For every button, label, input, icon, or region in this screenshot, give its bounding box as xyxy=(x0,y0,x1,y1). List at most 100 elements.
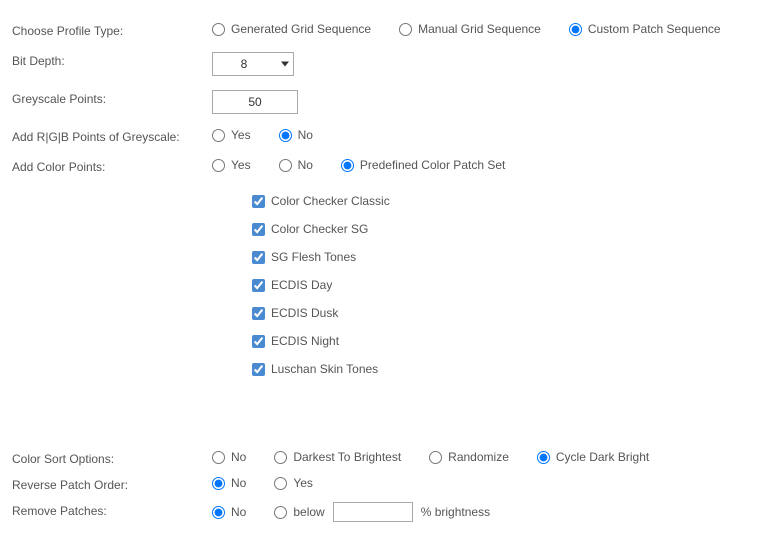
radio-add-rgb-yes-input[interactable] xyxy=(212,129,225,142)
radio-reverse-no-label: No xyxy=(231,476,246,490)
radio-generated-grid[interactable]: Generated Grid Sequence xyxy=(212,22,371,36)
cb-luschan-skin-tones-label: Luschan Skin Tones xyxy=(271,362,378,376)
label-profile-type: Choose Profile Type: xyxy=(12,22,212,38)
radio-generated-grid-label: Generated Grid Sequence xyxy=(231,22,371,36)
radio-manual-grid[interactable]: Manual Grid Sequence xyxy=(399,22,541,36)
radio-custom-patch-label: Custom Patch Sequence xyxy=(588,22,721,36)
radio-add-rgb-no-input[interactable] xyxy=(279,129,292,142)
cb-ecdis-day[interactable]: ECDIS Day xyxy=(252,278,754,292)
bit-depth-value: 8 xyxy=(213,53,275,75)
cb-ecdis-dusk-input[interactable] xyxy=(252,307,265,320)
greyscale-points-control xyxy=(212,90,754,114)
cb-ecdis-night-input[interactable] xyxy=(252,335,265,348)
cb-color-checker-classic-input[interactable] xyxy=(252,195,265,208)
radio-reverse-no-input[interactable] xyxy=(212,477,225,490)
radio-custom-patch[interactable]: Custom Patch Sequence xyxy=(569,22,721,36)
add-color-control: Yes No Predefined Color Patch Set Color … xyxy=(212,158,754,390)
radio-add-color-predefined-label: Predefined Color Patch Set xyxy=(360,158,505,172)
cb-color-checker-sg-input[interactable] xyxy=(252,223,265,236)
label-reverse-patch: Reverse Patch Order: xyxy=(12,476,212,492)
cb-ecdis-day-label: ECDIS Day xyxy=(271,278,332,292)
radio-add-color-yes-label: Yes xyxy=(231,158,251,172)
radio-add-rgb-yes-label: Yes xyxy=(231,128,251,142)
radio-remove-below[interactable]: below xyxy=(274,505,324,519)
cb-ecdis-night-label: ECDIS Night xyxy=(271,334,339,348)
profile-type-options: Generated Grid Sequence Manual Grid Sequ… xyxy=(212,22,754,36)
cb-luschan-skin-tones-input[interactable] xyxy=(252,363,265,376)
cb-ecdis-night[interactable]: ECDIS Night xyxy=(252,334,754,348)
cb-ecdis-day-input[interactable] xyxy=(252,279,265,292)
remove-patches-suffix: % brightness xyxy=(421,505,490,519)
spacer xyxy=(12,404,754,440)
cb-color-checker-sg-label: Color Checker SG xyxy=(271,222,368,236)
cb-sg-flesh-tones-label: SG Flesh Tones xyxy=(271,250,356,264)
radio-sort-no-label: No xyxy=(231,450,246,464)
row-remove-patches: Remove Patches: No below % brightness xyxy=(12,502,754,522)
radio-add-color-predefined-input[interactable] xyxy=(341,159,354,172)
row-reverse-patch: Reverse Patch Order: No Yes xyxy=(12,476,754,492)
remove-patches-value-input[interactable] xyxy=(333,502,413,522)
radio-add-rgb-no-label: No xyxy=(298,128,313,142)
predefined-patch-list: Color Checker Classic Color Checker SG S… xyxy=(252,194,754,376)
radio-custom-patch-input[interactable] xyxy=(569,23,582,36)
radio-add-color-no-label: No xyxy=(298,158,313,172)
radio-sort-randomize-input[interactable] xyxy=(429,451,442,464)
row-greyscale-points: Greyscale Points: xyxy=(12,90,754,114)
settings-form: Choose Profile Type: Generated Grid Sequ… xyxy=(0,0,766,548)
radio-remove-below-label: below xyxy=(293,505,324,519)
radio-add-color-yes-input[interactable] xyxy=(212,159,225,172)
remove-patches-options: No below % brightness xyxy=(212,502,754,522)
label-add-color: Add Color Points: xyxy=(12,158,212,174)
row-add-rgb: Add R|G|B Points of Greyscale: Yes No xyxy=(12,128,754,144)
radio-add-rgb-no[interactable]: No xyxy=(279,128,313,142)
row-add-color: Add Color Points: Yes No Predefined Colo… xyxy=(12,158,754,390)
radio-reverse-yes-input[interactable] xyxy=(274,477,287,490)
radio-manual-grid-input[interactable] xyxy=(399,23,412,36)
label-bit-depth: Bit Depth: xyxy=(12,52,212,68)
radio-reverse-yes-label: Yes xyxy=(293,476,313,490)
label-remove-patches: Remove Patches: xyxy=(12,502,212,518)
radio-sort-no[interactable]: No xyxy=(212,450,246,464)
cb-color-checker-sg[interactable]: Color Checker SG xyxy=(252,222,754,236)
radio-sort-cycle-label: Cycle Dark Bright xyxy=(556,450,649,464)
cb-sg-flesh-tones[interactable]: SG Flesh Tones xyxy=(252,250,754,264)
radio-reverse-yes[interactable]: Yes xyxy=(274,476,313,490)
chevron-down-icon xyxy=(281,62,289,67)
row-bit-depth: Bit Depth: 8 xyxy=(12,52,754,76)
radio-sort-randomize[interactable]: Randomize xyxy=(429,450,509,464)
greyscale-points-input[interactable] xyxy=(212,90,298,114)
radio-reverse-no[interactable]: No xyxy=(212,476,246,490)
cb-color-checker-classic[interactable]: Color Checker Classic xyxy=(252,194,754,208)
radio-sort-dark-to-bright-input[interactable] xyxy=(274,451,287,464)
label-greyscale-points: Greyscale Points: xyxy=(12,90,212,106)
cb-ecdis-dusk-label: ECDIS Dusk xyxy=(271,306,338,320)
radio-add-color-predefined[interactable]: Predefined Color Patch Set xyxy=(341,158,505,172)
label-add-rgb: Add R|G|B Points of Greyscale: xyxy=(12,128,212,144)
radio-add-rgb-yes[interactable]: Yes xyxy=(212,128,251,142)
add-rgb-options: Yes No xyxy=(212,128,754,142)
row-profile-type: Choose Profile Type: Generated Grid Sequ… xyxy=(12,22,754,38)
radio-sort-cycle[interactable]: Cycle Dark Bright xyxy=(537,450,649,464)
radio-sort-cycle-input[interactable] xyxy=(537,451,550,464)
radio-sort-no-input[interactable] xyxy=(212,451,225,464)
radio-remove-below-input[interactable] xyxy=(274,506,287,519)
radio-sort-randomize-label: Randomize xyxy=(448,450,509,464)
color-sort-options: No Darkest To Brightest Randomize Cycle … xyxy=(212,450,754,464)
radio-remove-no-label: No xyxy=(231,505,246,519)
radio-add-color-yes[interactable]: Yes xyxy=(212,158,251,172)
cb-color-checker-classic-label: Color Checker Classic xyxy=(271,194,390,208)
cb-sg-flesh-tones-input[interactable] xyxy=(252,251,265,264)
bit-depth-select[interactable]: 8 xyxy=(212,52,294,76)
radio-sort-dark-to-bright[interactable]: Darkest To Brightest xyxy=(274,450,401,464)
bit-depth-control: 8 xyxy=(212,52,754,76)
label-color-sort: Color Sort Options: xyxy=(12,450,212,466)
row-color-sort: Color Sort Options: No Darkest To Bright… xyxy=(12,450,754,466)
reverse-patch-options: No Yes xyxy=(212,476,754,490)
cb-ecdis-dusk[interactable]: ECDIS Dusk xyxy=(252,306,754,320)
cb-luschan-skin-tones[interactable]: Luschan Skin Tones xyxy=(252,362,754,376)
radio-generated-grid-input[interactable] xyxy=(212,23,225,36)
radio-remove-no[interactable]: No xyxy=(212,505,246,519)
radio-add-color-no-input[interactable] xyxy=(279,159,292,172)
radio-remove-no-input[interactable] xyxy=(212,506,225,519)
radio-add-color-no[interactable]: No xyxy=(279,158,313,172)
